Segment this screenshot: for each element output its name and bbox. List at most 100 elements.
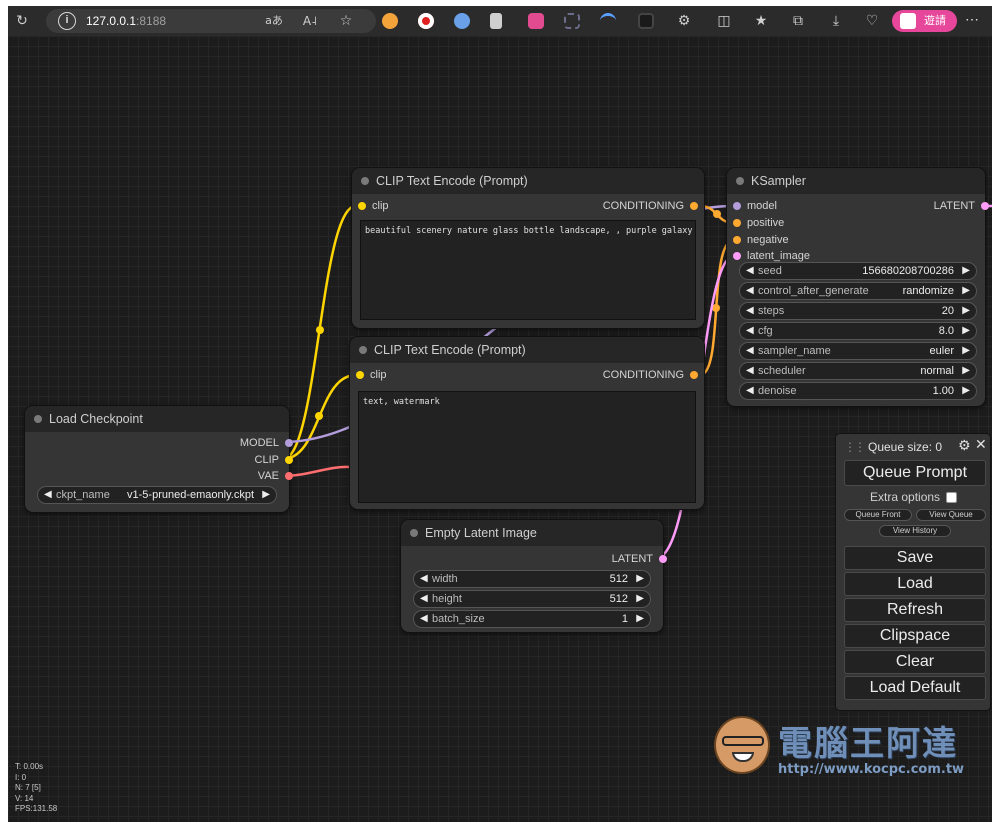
info-icon[interactable]: i [58,12,76,30]
collapse-dot-icon[interactable] [359,346,367,354]
decrement-arrow-icon[interactable]: ◀ [44,487,52,503]
slot-pin[interactable] [659,555,667,563]
decrement-arrow-icon[interactable]: ◀ [746,343,754,359]
prompt-textarea[interactable]: text, watermark [358,391,696,503]
extension-icon[interactable] [418,13,434,29]
view-queue-button[interactable]: View Queue [916,509,986,521]
favorite-icon[interactable]: ☆ [336,11,356,31]
increment-arrow-icon[interactable]: ▶ [962,383,970,399]
save-button[interactable]: Save [844,546,986,570]
increment-arrow-icon[interactable]: ▶ [962,323,970,339]
slot-pin[interactable] [358,202,366,210]
slot-pin[interactable] [690,202,698,210]
decrement-arrow-icon[interactable]: ◀ [746,283,754,299]
extension-icon[interactable] [382,13,398,29]
favorites-icon[interactable]: ★ [751,11,771,31]
node-title[interactable]: Load Checkpoint [25,406,289,432]
close-icon[interactable]: ✕ [975,437,987,453]
node-title[interactable]: Empty Latent Image [401,520,663,546]
node-title[interactable]: CLIP Text Encode (Prompt) [350,337,704,363]
batch-size-widget[interactable]: ◀ batch_size 1 ▶ [413,610,651,628]
slot-pin[interactable] [690,371,698,379]
collapse-dot-icon[interactable] [361,177,369,185]
ksampler-node[interactable]: KSampler model positive negative latent_… [727,168,989,406]
height-widget[interactable]: ◀ height 512 ▶ [413,590,651,608]
output-slot-clip[interactable]: CLIP [255,454,295,466]
address-bar[interactable]: i 127.0.0.1:8188 aあ A˨ ☆ [46,9,376,33]
slot-pin[interactable] [733,202,741,210]
decrement-arrow-icon[interactable]: ◀ [746,303,754,319]
output-slot-conditioning[interactable]: CONDITIONING [603,369,700,381]
slot-pin[interactable] [733,252,741,260]
input-slot-positive[interactable]: positive [731,217,784,229]
prompt-textarea[interactable]: beautiful scenery nature glass bottle la… [360,220,696,320]
extensions-icon[interactable]: ⚙ [674,11,694,31]
slot-pin[interactable] [733,236,741,244]
sampler-name-widget[interactable]: ◀ sampler_name euler ▶ [739,342,977,360]
width-widget[interactable]: ◀ width 512 ▶ [413,570,651,588]
increment-arrow-icon[interactable]: ▶ [962,363,970,379]
gear-icon[interactable]: ⚙ [958,438,971,454]
extension-icon[interactable] [564,13,580,29]
increment-arrow-icon[interactable]: ▶ [262,487,270,503]
decrement-arrow-icon[interactable]: ◀ [746,323,754,339]
extension-icon[interactable] [490,13,502,29]
seed-widget[interactable]: ◀ seed 156680208700286 ▶ [739,262,977,280]
control-after-generate-widget[interactable]: ◀ control_after_generate randomize ▶ [739,282,977,300]
profile-button[interactable]: 遊請 [892,10,957,32]
decrement-arrow-icon[interactable]: ◀ [420,611,428,627]
extension-icon[interactable] [528,13,544,29]
input-slot-negative[interactable]: negative [731,234,789,246]
translate-icon[interactable]: aあ [264,11,284,31]
denoise-widget[interactable]: ◀ denoise 1.00 ▶ [739,382,977,400]
output-slot-latent[interactable]: LATENT [934,200,991,212]
increment-arrow-icon[interactable]: ▶ [636,591,644,607]
output-slot-latent[interactable]: LATENT [612,553,669,565]
increment-arrow-icon[interactable]: ▶ [962,263,970,279]
decrement-arrow-icon[interactable]: ◀ [746,383,754,399]
split-screen-icon[interactable]: ◫ [714,11,734,31]
increment-arrow-icon[interactable]: ▶ [636,611,644,627]
steps-widget[interactable]: ◀ steps 20 ▶ [739,302,977,320]
node-title[interactable]: CLIP Text Encode (Prompt) [352,168,704,194]
node-graph-canvas[interactable]: CLIP Text Encode (Prompt) clip CONDITION… [8,36,992,822]
collapse-dot-icon[interactable] [736,177,744,185]
drag-handle-icon[interactable]: ⋮⋮ [844,440,866,454]
decrement-arrow-icon[interactable]: ◀ [746,363,754,379]
slot-pin[interactable] [285,456,293,464]
slot-pin[interactable] [285,439,293,447]
decrement-arrow-icon[interactable]: ◀ [420,571,428,587]
input-slot-model[interactable]: model [731,200,777,212]
queue-front-button[interactable]: Queue Front [844,509,912,521]
download-icon[interactable]: ⤓ [826,11,846,31]
increment-arrow-icon[interactable]: ▶ [636,571,644,587]
load-button[interactable]: Load [844,572,986,596]
extension-icon[interactable] [638,13,654,29]
load-checkpoint-node[interactable]: Load Checkpoint MODEL CLIP VAE ◀ ckpt_nam… [25,406,293,512]
extension-icon[interactable] [600,13,616,29]
empty-latent-image-node[interactable]: Empty Latent Image LATENT ◀ width 512 ▶ ◀ he… [401,520,667,632]
node-title[interactable]: KSampler [727,168,985,194]
input-slot-clip[interactable]: clip [356,200,389,212]
clear-button[interactable]: Clear [844,650,986,674]
increment-arrow-icon[interactable]: ▶ [962,283,970,299]
collapse-dot-icon[interactable] [34,415,42,423]
collections-icon[interactable]: ⧉ [788,11,808,31]
collapse-dot-icon[interactable] [410,529,418,537]
refresh-button[interactable]: Refresh [844,598,986,622]
output-slot-model[interactable]: MODEL [240,437,295,449]
extra-options-checkbox[interactable] [946,492,957,503]
input-slot-latent-image[interactable]: latent_image [731,250,810,262]
view-history-button[interactable]: View History [879,525,951,537]
load-default-button[interactable]: Load Default [844,676,986,700]
decrement-arrow-icon[interactable]: ◀ [746,263,754,279]
increment-arrow-icon[interactable]: ▶ [962,343,970,359]
extension-icon[interactable] [454,13,470,29]
read-aloud-icon[interactable]: A˨ [300,11,320,31]
health-icon[interactable]: ♡ [862,11,882,31]
output-slot-vae[interactable]: VAE [258,470,295,482]
refresh-icon[interactable]: ↻ [12,11,32,31]
slot-pin[interactable] [981,202,989,210]
slot-pin[interactable] [356,371,364,379]
slot-pin[interactable] [733,219,741,227]
